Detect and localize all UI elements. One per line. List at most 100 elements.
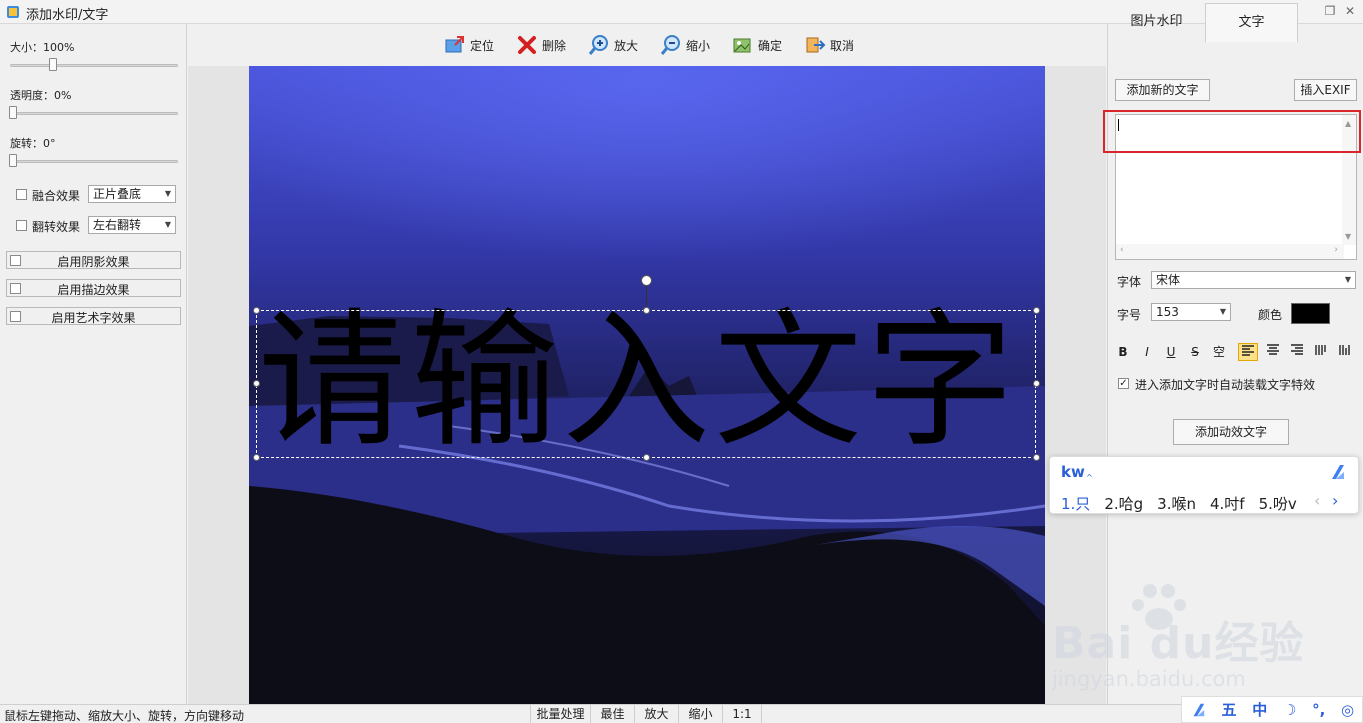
delete-icon — [518, 36, 536, 54]
resize-handle-l[interactable] — [253, 380, 260, 387]
ime-next-icon[interactable]: › — [1332, 491, 1338, 510]
auto-effect-label: 进入添加文字时自动装载文字特效 — [1135, 378, 1316, 392]
stroke-effect-label: 启用描边效果 — [57, 283, 130, 297]
ime-candidate[interactable]: 5.吩v — [1259, 493, 1297, 514]
vertical-text-button[interactable] — [1311, 343, 1331, 361]
ime-candidate[interactable]: 4.吋f — [1210, 493, 1245, 514]
rotate-handle[interactable] — [641, 275, 652, 286]
resize-handle-tl[interactable] — [253, 307, 260, 314]
close-icon[interactable]: ✕ — [1343, 4, 1357, 18]
ime-tray-logo-icon[interactable] — [1190, 702, 1206, 718]
confirm-icon — [733, 38, 751, 53]
stroke-effect-button[interactable]: 启用描边效果 — [6, 279, 181, 297]
ime-candidate[interactable]: 1.只 — [1061, 493, 1090, 514]
hollow-button[interactable]: 空 — [1209, 343, 1229, 361]
resize-handle-t[interactable] — [643, 307, 650, 314]
batch-process-button[interactable]: 批量处理 — [530, 705, 590, 723]
restore-icon[interactable]: ❐ — [1323, 4, 1337, 18]
horizontal-scrollbar[interactable]: ‹ › — [1116, 244, 1344, 259]
color-label: 颜色 — [1258, 308, 1283, 322]
align-center-button[interactable] — [1263, 343, 1283, 361]
ime-wubi-toggle[interactable]: 五 — [1222, 699, 1237, 720]
cancel-button[interactable]: 取消 — [804, 34, 854, 56]
baidu-logo-text: Bai du经验 — [1052, 618, 1305, 669]
ime-prev-icon[interactable]: ‹ — [1314, 491, 1320, 510]
blend-checkbox[interactable] — [16, 189, 27, 200]
selection-box[interactable] — [256, 310, 1036, 458]
font-select[interactable]: 宋体 ▼ — [1151, 271, 1356, 289]
ime-settings-icon[interactable]: ◎ — [1341, 701, 1354, 719]
confirm-label: 确定 — [758, 38, 783, 53]
art-text-effect-label: 启用艺术字效果 — [51, 311, 136, 325]
auto-effect-checkbox[interactable]: ✓ — [1118, 378, 1129, 389]
align-right-button[interactable] — [1287, 343, 1307, 361]
tab-image-watermark[interactable]: 图片水印 — [1108, 3, 1205, 42]
ime-toolbar: 五 中 ☽ °, ◎ — [1181, 696, 1363, 723]
align-left-button[interactable] — [1238, 343, 1258, 361]
resize-handle-r[interactable] — [1033, 380, 1040, 387]
chevron-down-icon: ▼ — [1219, 307, 1226, 316]
ime-logo-icon — [1332, 465, 1344, 479]
ime-composition: kw — [1061, 463, 1085, 481]
tab-text[interactable]: 文字 — [1205, 3, 1298, 42]
zoom-out-button[interactable]: 缩小 — [660, 34, 710, 56]
shadow-effect-button[interactable]: 启用阴影效果 — [6, 251, 181, 269]
resize-handle-tr[interactable] — [1033, 307, 1040, 314]
ime-chinese-toggle[interactable]: 中 — [1252, 699, 1267, 720]
toolbar — [188, 24, 1106, 66]
scroll-left-icon[interactable]: ‹ — [1120, 245, 1124, 255]
vertical-text-icon — [1315, 345, 1326, 355]
blend-select-value: 正片叠底 — [93, 187, 142, 201]
align-center-icon — [1267, 344, 1279, 355]
flip-checkbox[interactable] — [16, 220, 27, 231]
add-animated-text-button[interactable]: 添加动效文字 — [1173, 419, 1289, 445]
add-text-button[interactable]: 添加新的文字 — [1115, 79, 1210, 101]
resize-handle-bl[interactable] — [253, 454, 260, 461]
locate-label: 定位 — [470, 38, 495, 53]
size-slider-thumb[interactable] — [49, 58, 57, 71]
rotation-slider[interactable] — [10, 160, 178, 163]
locate-button[interactable]: 定位 — [444, 34, 494, 56]
resize-handle-b[interactable] — [643, 454, 650, 461]
chevron-down-icon: ▼ — [164, 189, 171, 198]
size-slider[interactable] — [10, 64, 178, 67]
baidu-url: jingyan.baidu.com — [1052, 667, 1246, 691]
underline-button[interactable]: U — [1161, 343, 1181, 361]
insert-exif-button[interactable]: 插入EXIF — [1294, 79, 1357, 101]
baidu-jingyan-watermark: Bai du经验 jingyan.baidu.com — [1050, 577, 1360, 692]
actual-size-button[interactable]: 1:1 — [722, 705, 762, 723]
flip-select-value: 左右翻转 — [93, 218, 142, 232]
ime-punct-icon[interactable]: °, — [1312, 701, 1325, 719]
ime-candidate[interactable]: 3.喉n — [1157, 493, 1196, 514]
zoom-in-button[interactable]: 放大 — [588, 34, 638, 56]
blend-select[interactable]: 正片叠底 ▼ — [88, 185, 176, 203]
scroll-down-icon[interactable]: ▼ — [1345, 232, 1351, 241]
vertical-text-2-button[interactable] — [1335, 343, 1355, 361]
cancel-icon — [806, 37, 826, 53]
delete-label: 删除 — [542, 38, 567, 53]
flip-label: 翻转效果 — [32, 220, 81, 234]
color-picker[interactable] — [1291, 303, 1330, 324]
best-fit-button[interactable]: 最佳 — [590, 705, 634, 723]
scroll-right-icon[interactable]: › — [1334, 245, 1338, 255]
italic-button[interactable]: I — [1137, 343, 1157, 361]
flip-select[interactable]: 左右翻转 ▼ — [88, 216, 176, 234]
ime-candidate[interactable]: 2.哈g — [1104, 493, 1143, 514]
delete-button[interactable]: 删除 — [516, 34, 566, 56]
font-size-select[interactable]: 153 ▼ — [1151, 303, 1231, 321]
text-caret — [1118, 119, 1119, 131]
rotation-slider-thumb[interactable] — [9, 154, 17, 167]
status-zoom-in-button[interactable]: 放大 — [634, 705, 678, 723]
ime-moon-icon[interactable]: ☽ — [1283, 701, 1296, 719]
resize-handle-br[interactable] — [1033, 454, 1040, 461]
strikethrough-button[interactable]: S — [1185, 343, 1205, 361]
align-right-icon — [1291, 344, 1303, 355]
bold-button[interactable]: B — [1113, 343, 1133, 361]
confirm-button[interactable]: 确定 — [732, 34, 782, 56]
vertical-text-2-icon — [1339, 345, 1350, 355]
status-zoom-out-button[interactable]: 缩小 — [678, 705, 722, 723]
opacity-slider-thumb[interactable] — [9, 106, 17, 119]
chevron-down-icon: ▼ — [1344, 275, 1351, 284]
art-text-effect-button[interactable]: 启用艺术字效果 — [6, 307, 181, 325]
opacity-slider[interactable] — [10, 112, 178, 115]
